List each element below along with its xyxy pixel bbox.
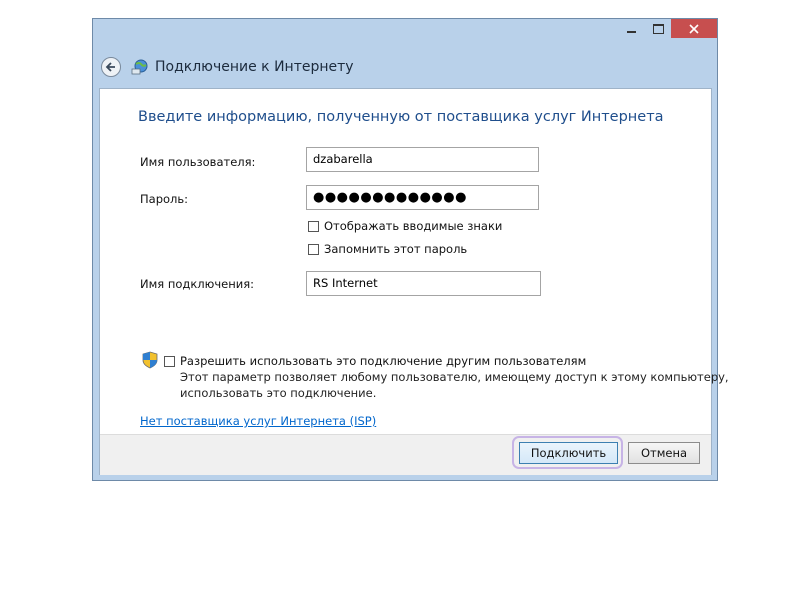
description-line-2: использовать это подключение. bbox=[180, 386, 377, 400]
show-chars-checkbox[interactable] bbox=[308, 220, 319, 232]
allow-others-label: Разрешить использовать это подключение д… bbox=[180, 354, 587, 368]
description-line-1: Этот параметр позволяет любому пользоват… bbox=[180, 370, 729, 384]
connection-name-label: Имя подключения: bbox=[140, 277, 254, 291]
button-bar: Подключить Отмена bbox=[100, 434, 711, 475]
allow-others-checkbox[interactable] bbox=[164, 355, 175, 367]
connection-name-input[interactable]: RS Internet bbox=[306, 271, 541, 296]
remember-option[interactable]: Запомнить этот пароль bbox=[308, 242, 467, 256]
allow-others-description: Этот параметр позволяет любому пользоват… bbox=[180, 369, 729, 401]
password-label: Пароль: bbox=[140, 192, 189, 206]
no-isp-link[interactable]: Нет поставщика услуг Интернета (ISP) bbox=[140, 414, 376, 428]
username-input[interactable]: dzabarella bbox=[306, 147, 539, 172]
minimize-icon bbox=[626, 30, 636, 33]
show-chars-label: Отображать вводимые знаки bbox=[324, 219, 503, 233]
uac-shield-icon bbox=[142, 351, 158, 369]
maximize-icon bbox=[652, 23, 664, 34]
close-button[interactable] bbox=[671, 19, 717, 38]
password-input[interactable]: ●●●●●●●●●●●●● bbox=[306, 185, 539, 210]
cancel-button[interactable]: Отмена bbox=[628, 442, 700, 464]
allow-others-option[interactable]: Разрешить использовать это подключение д… bbox=[164, 354, 586, 368]
page-heading: Введите информацию, полученную от постав… bbox=[138, 109, 664, 125]
remember-label: Запомнить этот пароль bbox=[324, 242, 468, 256]
show-chars-option[interactable]: Отображать вводимые знаки bbox=[308, 219, 502, 233]
close-icon bbox=[689, 23, 699, 34]
connect-button[interactable]: Подключить bbox=[519, 442, 618, 464]
remember-checkbox[interactable] bbox=[308, 243, 319, 255]
window-title: Подключение к Интернету bbox=[155, 59, 354, 75]
dialog-window: Подключение к Интернету Введите информац… bbox=[92, 18, 729, 481]
network-globe-icon bbox=[131, 59, 148, 75]
back-arrow-icon bbox=[105, 62, 115, 72]
minimize-button[interactable] bbox=[619, 19, 643, 38]
title-row: Подключение к Интернету bbox=[101, 54, 701, 80]
content-panel: Введите информацию, полученную от постав… bbox=[99, 88, 729, 475]
back-button[interactable] bbox=[101, 57, 121, 77]
username-label: Имя пользователя: bbox=[140, 155, 256, 169]
maximize-button[interactable] bbox=[646, 19, 670, 38]
